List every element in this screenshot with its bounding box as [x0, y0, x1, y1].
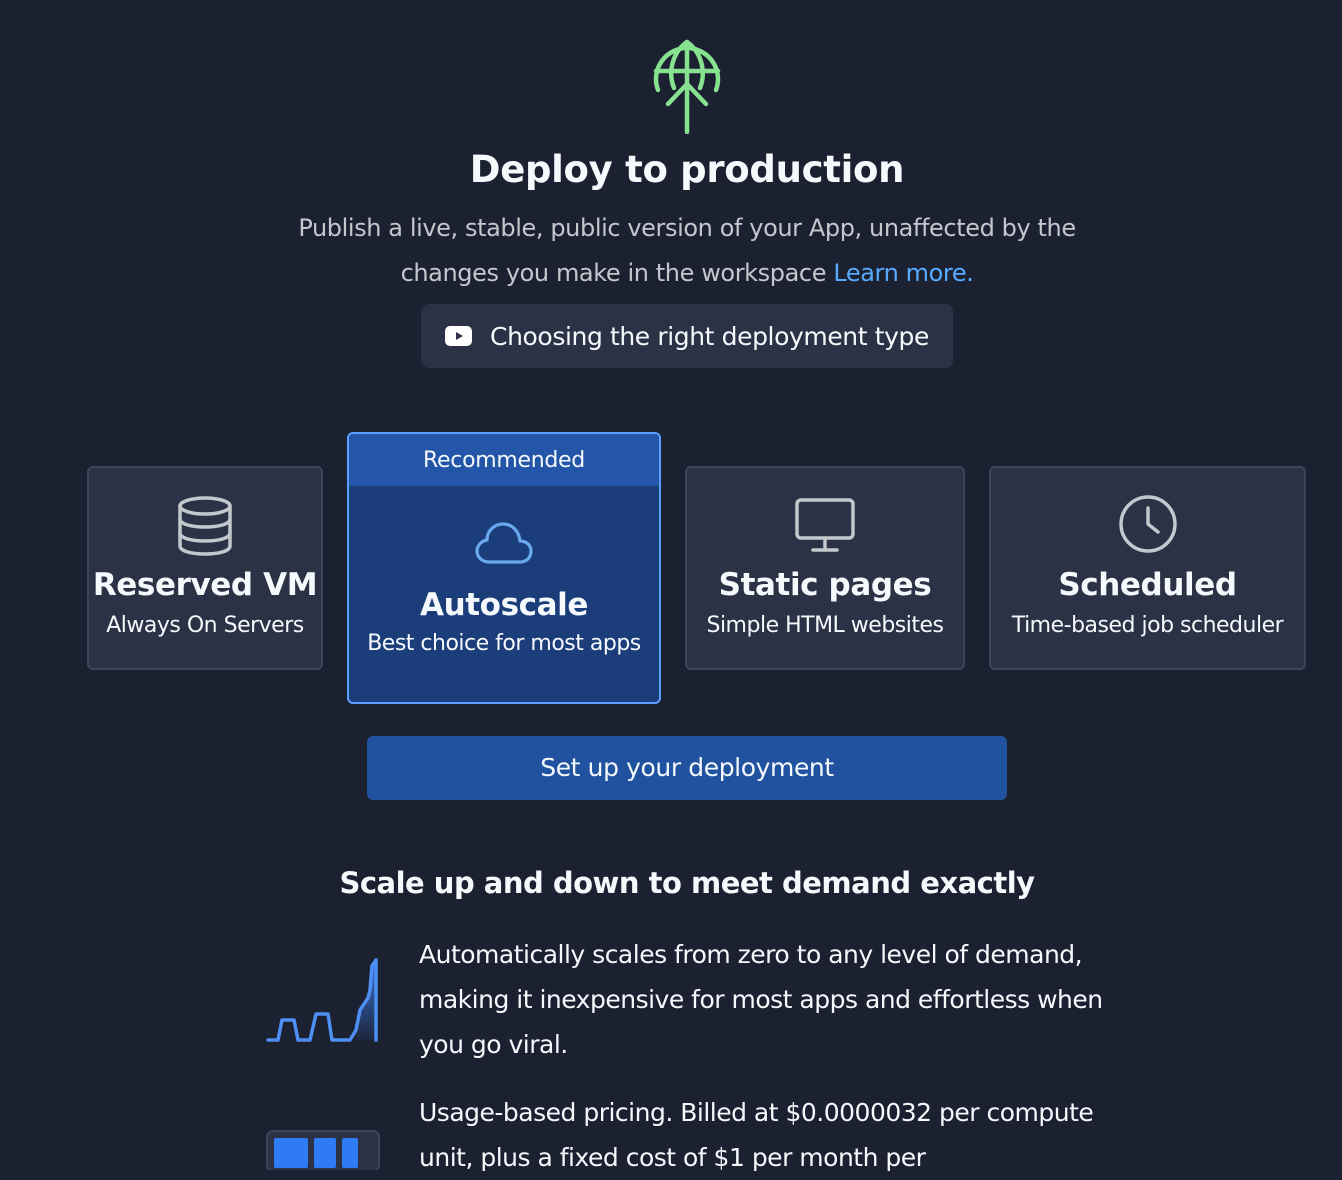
globe-upload-icon: [653, 39, 721, 134]
static-pages-subtitle: Simple HTML websites: [706, 613, 944, 638]
monitor-icon: [795, 498, 855, 552]
page-title: Deploy to production: [469, 148, 905, 191]
deployment-option-autoscale[interactable]: Recommended Autoscale Best choice for mo…: [347, 432, 661, 704]
autoscale-title: Autoscale: [420, 587, 588, 623]
feature-autoscaling-text: Automatically scales from zero to any le…: [419, 940, 1103, 1059]
scheduled-subtitle: Time-based job scheduler: [1011, 613, 1284, 638]
page-subtitle: Publish a live, stable, public version o…: [280, 206, 1094, 296]
autoscale-subtitle: Best choice for most apps: [367, 631, 641, 656]
youtube-icon: [445, 326, 473, 346]
cloud-icon: [475, 522, 533, 564]
deployment-option-scheduled[interactable]: Scheduled Time-based job scheduler: [989, 466, 1306, 670]
static-pages-title: Static pages: [718, 567, 932, 603]
scaling-graph-icon: [266, 958, 378, 1042]
feature-pricing-text: Usage-based pricing. Billed at $0.000003…: [419, 1098, 1094, 1172]
deployment-option-static-pages[interactable]: Static pages Simple HTML websites: [685, 466, 965, 670]
deployment-type-video-button[interactable]: Choosing the right deployment type: [421, 304, 953, 368]
reserved-vm-subtitle: Always On Servers: [106, 613, 304, 638]
details-heading: Scale up and down to meet demand exactly: [339, 866, 1035, 900]
database-icon: [178, 496, 232, 556]
setup-deployment-button[interactable]: Set up your deployment: [367, 736, 1007, 800]
scheduled-title: Scheduled: [1058, 567, 1237, 603]
pricing-blocks-icon: [266, 1130, 380, 1170]
video-button-label: Choosing the right deployment type: [490, 321, 929, 351]
deployment-option-reserved-vm[interactable]: Reserved VM Always On Servers: [87, 466, 323, 670]
recommended-badge: Recommended: [349, 434, 659, 486]
learn-more-link[interactable]: Learn more.: [833, 259, 974, 287]
clock-icon: [1118, 495, 1177, 553]
reserved-vm-title: Reserved VM: [92, 567, 318, 603]
